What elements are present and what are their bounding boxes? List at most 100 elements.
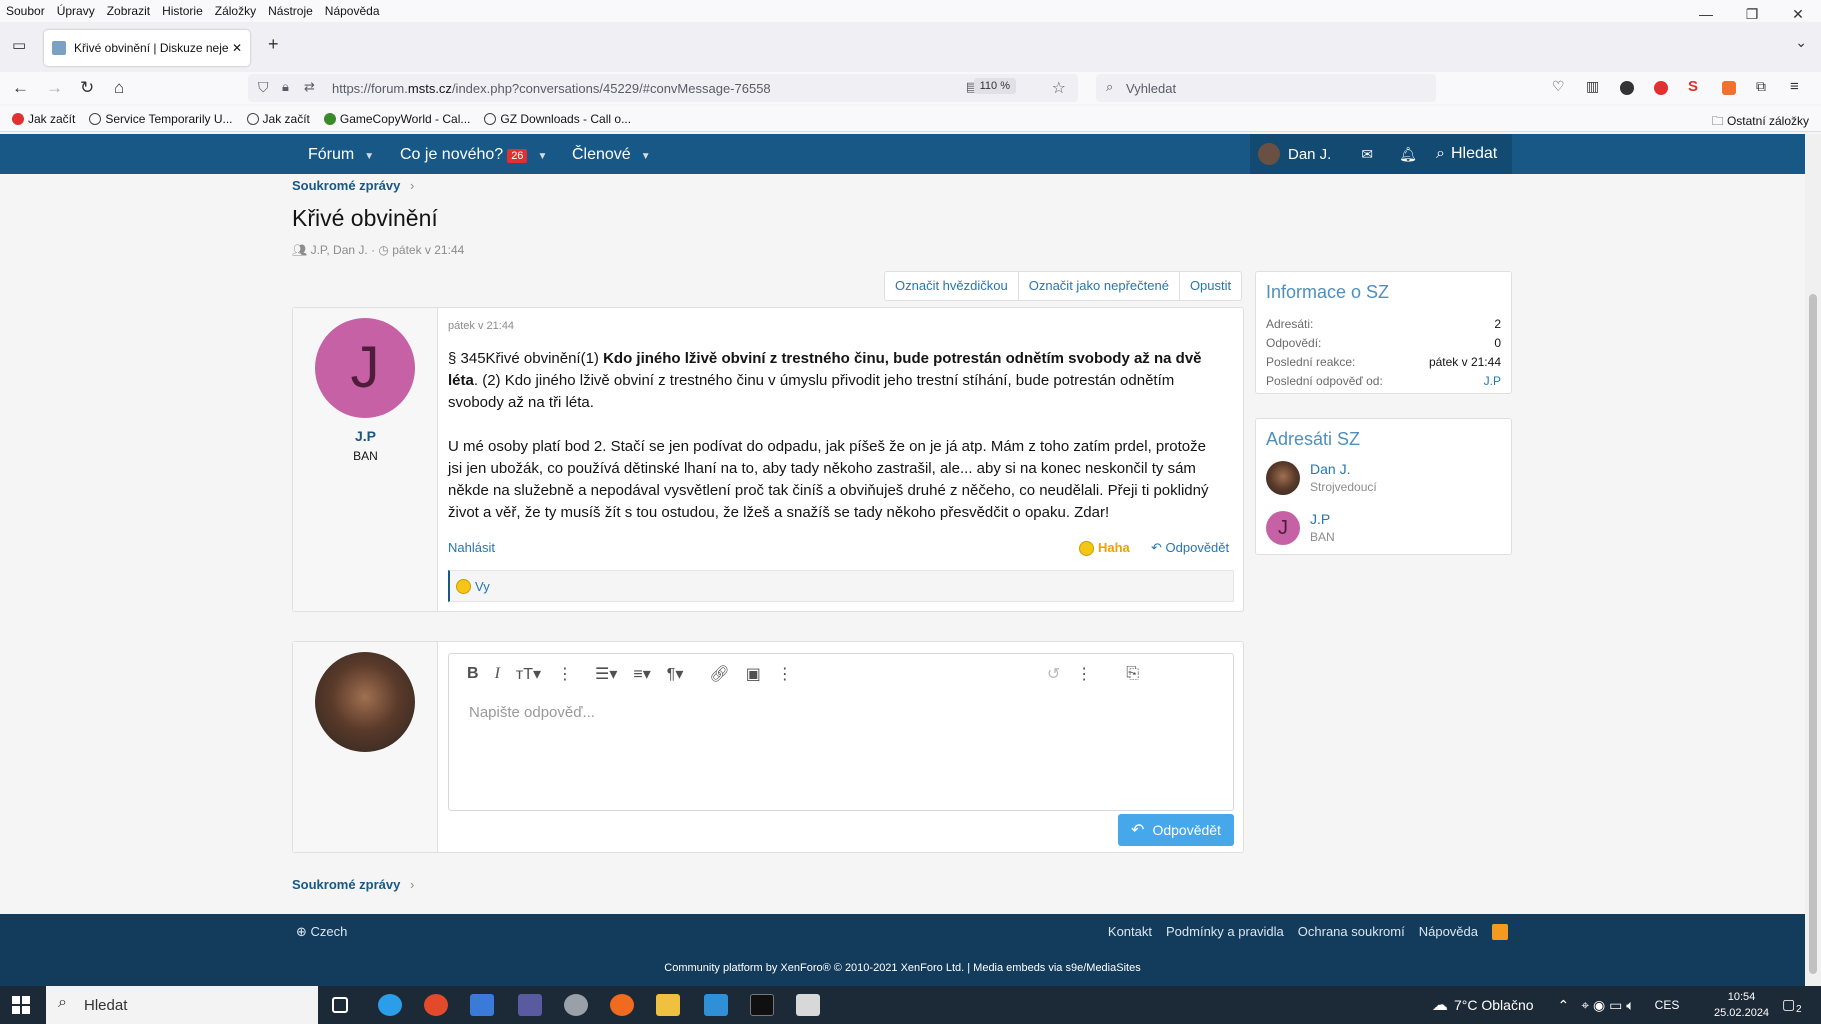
more-options-icon[interactable]: ⋮ xyxy=(777,664,793,684)
site-search-button[interactable]: ⌕ Hledat xyxy=(1424,134,1512,174)
reaction-button[interactable]: Haha xyxy=(1079,540,1130,557)
extensions-icon[interactable]: ⧉ xyxy=(1756,78,1766,95)
rss-icon[interactable] xyxy=(1492,924,1508,940)
windows-start-icon[interactable] xyxy=(12,996,30,1014)
zoom-level[interactable]: 110 % xyxy=(973,78,1016,94)
star-icon[interactable]: ☆ xyxy=(1052,78,1066,98)
recipient-name[interactable]: Dan J. xyxy=(1310,461,1377,477)
envelope-icon[interactable]: ✉ xyxy=(1361,146,1373,163)
reactions-bar[interactable]: Vy xyxy=(448,570,1234,602)
firefox-icon[interactable] xyxy=(610,994,634,1016)
reply-link[interactable]: ↶ Odpovědět xyxy=(1151,540,1229,556)
paragraph-icon[interactable]: ¶▾ xyxy=(667,664,684,684)
caret-down-icon[interactable]: ▼ xyxy=(641,151,651,162)
scrollbar-thumb[interactable] xyxy=(1809,294,1817,974)
participants[interactable]: J.P, Dan J. xyxy=(311,243,368,257)
more-options-icon[interactable]: ⋮ xyxy=(1076,664,1092,684)
italic-icon[interactable]: I xyxy=(495,665,500,683)
adblock-icon[interactable] xyxy=(1654,81,1668,95)
user-menu[interactable]: Dan J. ✉ 🔔︎ xyxy=(1250,134,1427,174)
new-tab-icon[interactable]: + xyxy=(268,34,279,55)
text-size-icon[interactable]: тT▾ xyxy=(516,664,541,684)
reload-icon[interactable]: ↻ xyxy=(80,78,94,98)
browser-search-bar[interactable]: ⌕ Vyhledat xyxy=(1096,74,1436,102)
current-user-avatar[interactable] xyxy=(315,652,415,752)
breadcrumb[interactable]: Soukromé zprávy › xyxy=(292,178,414,193)
sidebar-icon[interactable]: ▥ xyxy=(1586,78,1599,95)
terminal-icon[interactable] xyxy=(750,994,774,1016)
menu-help[interactable]: Nápověda xyxy=(325,4,380,18)
recipient-avatar[interactable] xyxy=(1266,461,1300,495)
image-icon[interactable]: ▣ xyxy=(746,664,761,684)
bookmark-item[interactable]: GZ Downloads - Call o... xyxy=(484,112,631,126)
app-red-icon[interactable] xyxy=(424,994,448,1016)
reply-editor[interactable]: B I тT▾ ⋮ ☰▾ ≡▾ ¶▾ 🔗︎ ▣ ⋮ ↺ ⋮ ⎘ Napište … xyxy=(448,653,1234,811)
bell-icon[interactable]: 🔔︎ xyxy=(1399,146,1417,163)
undo-icon[interactable]: ↺ xyxy=(1047,664,1060,684)
address-bar[interactable]: ⛉ 🔒︎ ⇄ https://forum. msts.cz/index.php?c… xyxy=(248,74,1078,102)
more-options-icon[interactable]: ⋮ xyxy=(557,664,573,684)
bookmark-item[interactable]: Jak začít xyxy=(246,112,310,126)
tab-list-icon[interactable]: ▭ xyxy=(12,36,26,54)
nav-members[interactable]: Členové ▼ xyxy=(572,146,651,164)
menu-history[interactable]: Historie xyxy=(162,4,203,18)
menu-edit[interactable]: Úpravy xyxy=(57,4,95,18)
input-language[interactable]: CES xyxy=(1655,998,1680,1012)
caret-down-icon[interactable]: ▼ xyxy=(537,151,547,162)
bookmark-item[interactable]: Service Temporarily U... xyxy=(89,112,233,126)
outlook-icon[interactable] xyxy=(704,994,728,1016)
notifications-icon[interactable]: ▢ xyxy=(1782,996,1795,1013)
app-gray-icon[interactable] xyxy=(564,994,588,1016)
lock-icon[interactable]: 🔒︎ xyxy=(282,79,289,95)
footer-link-privacy[interactable]: Ochrana soukromí xyxy=(1298,924,1405,940)
file-explorer-icon[interactable] xyxy=(656,994,680,1016)
footer-link-terms[interactable]: Podmínky a pravidla xyxy=(1166,924,1284,940)
nav-forum[interactable]: Fórum ▼ xyxy=(308,146,374,164)
caret-down-icon[interactable]: ▼ xyxy=(364,151,374,162)
app-monitor-icon[interactable] xyxy=(518,994,542,1016)
hamburger-menu-icon[interactable]: ≡ xyxy=(1790,78,1799,95)
other-bookmarks[interactable]: 🗀︎ Ostatní záložky xyxy=(1712,112,1809,133)
submit-reply-button[interactable]: ↶ Odpovědět xyxy=(1118,814,1234,846)
edge-icon[interactable] xyxy=(378,994,402,1016)
author-name[interactable]: J.P xyxy=(293,428,438,444)
bookmark-item[interactable]: GameCopyWorld - Cal... xyxy=(323,112,470,126)
home-icon[interactable]: ⌂ xyxy=(114,78,124,98)
bold-icon[interactable]: B xyxy=(467,665,479,683)
menu-file[interactable]: Soubor xyxy=(6,4,45,18)
reacted-by[interactable]: Vy xyxy=(475,579,490,594)
menu-bookmarks[interactable]: Záložky xyxy=(215,4,256,18)
star-button[interactable]: Označit hvězdičkou xyxy=(885,272,1019,300)
preview-icon[interactable]: ⎘ xyxy=(1126,665,1139,683)
message-date[interactable]: pátek v 21:44 xyxy=(448,320,514,332)
taskbar-search[interactable]: ⌕ Hledat xyxy=(46,986,318,1024)
forward-icon[interactable]: → xyxy=(46,78,63,98)
chevron-up-icon[interactable]: ⌃ xyxy=(1558,997,1570,1014)
extension-orange-icon[interactable] xyxy=(1722,81,1736,95)
clock[interactable]: 10:54 25.02.2024 xyxy=(1714,989,1769,1021)
pocket-icon[interactable]: ♡ xyxy=(1552,78,1565,95)
extension-red-s-icon[interactable]: S xyxy=(1688,78,1698,95)
weather[interactable]: 7°C Oblačno xyxy=(1454,997,1534,1013)
extension-s-icon[interactable] xyxy=(1620,81,1634,95)
page-scrollbar[interactable] xyxy=(1805,134,1821,986)
menu-tools[interactable]: Nástroje xyxy=(268,4,313,18)
back-icon[interactable]: ← xyxy=(12,78,29,98)
mark-unread-button[interactable]: Označit jako nepřečtené xyxy=(1019,272,1180,300)
nav-whats-new[interactable]: Co je nového? 26 ▼ xyxy=(400,146,547,164)
breadcrumb-bottom[interactable]: Soukromé zprávy › xyxy=(292,877,414,892)
language-chooser[interactable]: ⊕ Czech xyxy=(296,924,347,940)
task-view-icon[interactable] xyxy=(332,997,348,1013)
list-icon[interactable]: ☰▾ xyxy=(595,664,617,684)
browser-tab[interactable]: Křivé obvinění | Diskuze nejen o ✕ xyxy=(44,30,250,66)
store-icon[interactable] xyxy=(470,994,494,1016)
chevron-down-icon[interactable]: ⌄ xyxy=(1795,34,1807,51)
app-window-icon[interactable] xyxy=(796,994,820,1016)
report-link[interactable]: Nahlásit xyxy=(448,540,495,555)
bookmark-item[interactable]: Jak začít xyxy=(12,112,75,126)
footer-link-help[interactable]: Nápověda xyxy=(1419,924,1478,940)
author-avatar[interactable]: J xyxy=(315,318,415,418)
link-icon[interactable]: 🔗︎ xyxy=(709,664,729,684)
tray-icons[interactable]: ⌖ ◉ ▭ 🔈︎ xyxy=(1581,997,1634,1014)
recipient-avatar[interactable]: J xyxy=(1266,511,1300,545)
